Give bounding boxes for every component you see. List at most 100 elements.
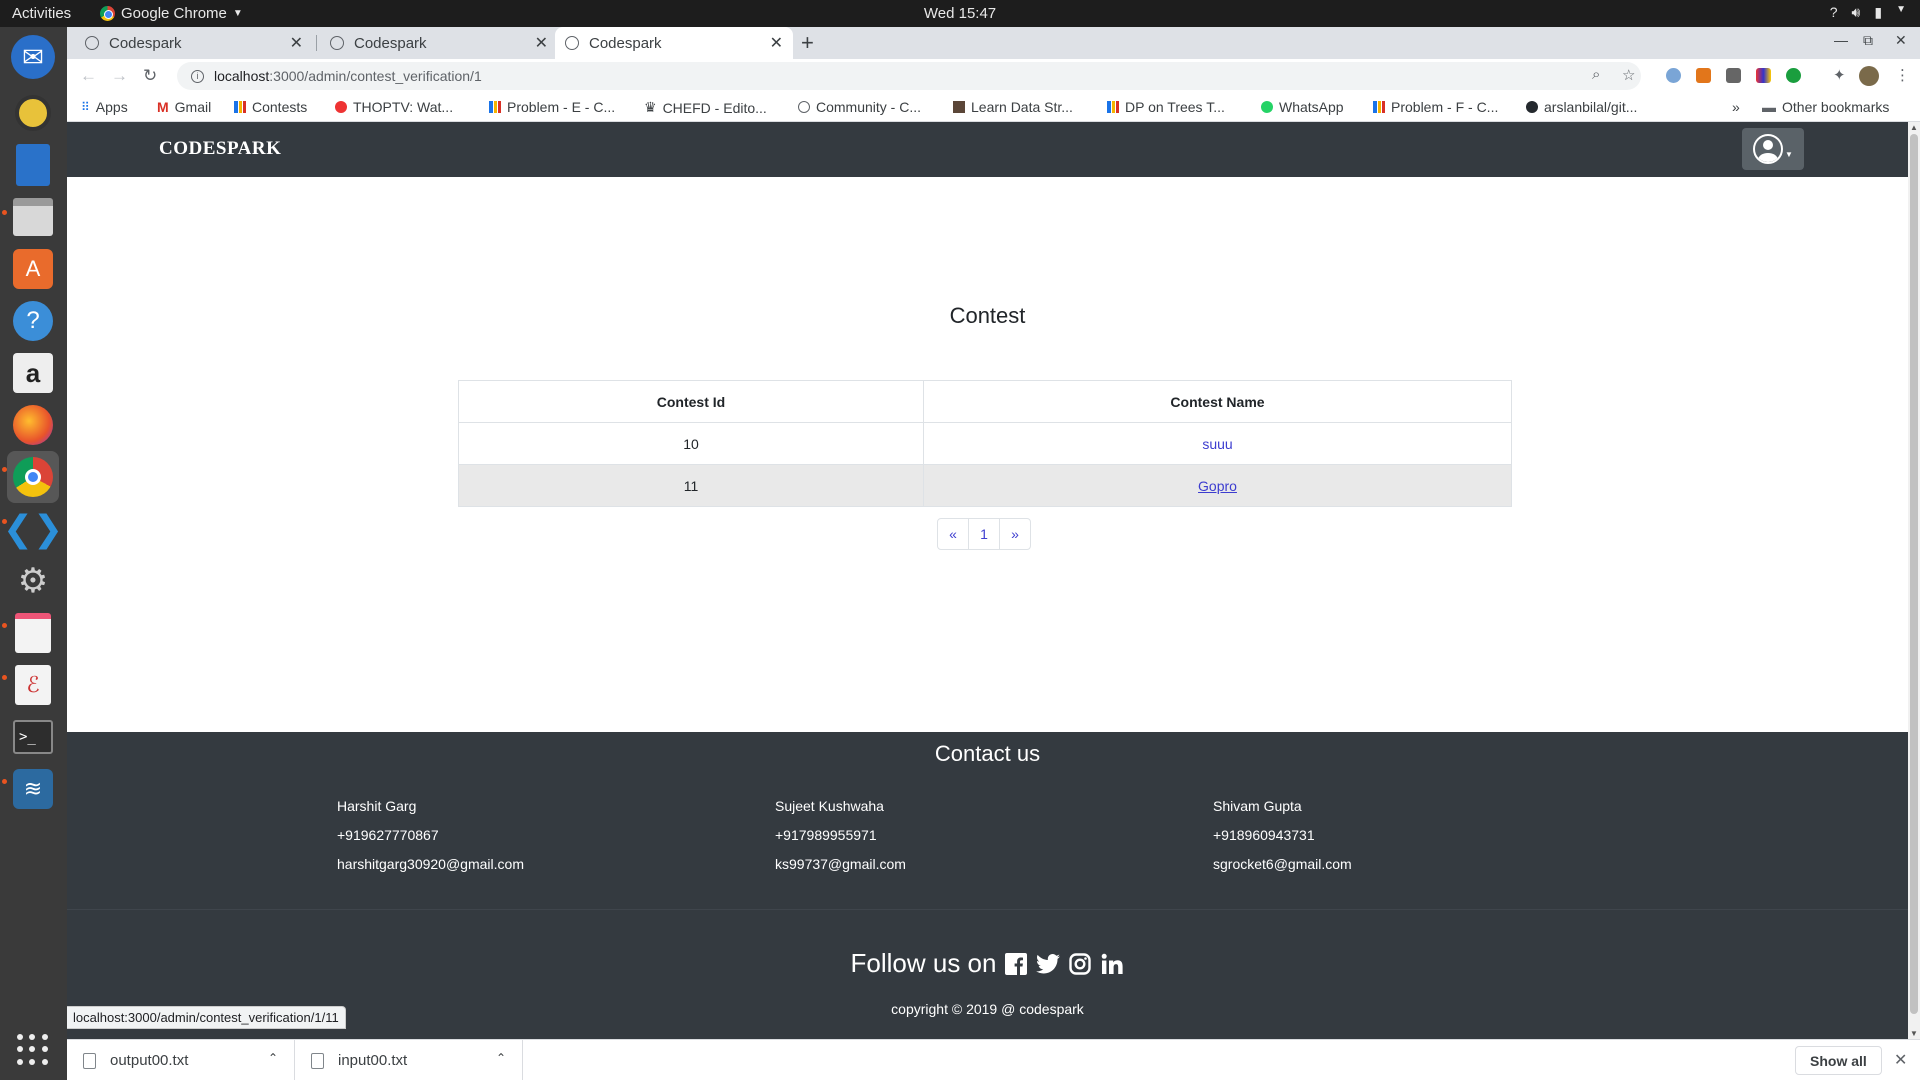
bookmark-whatsapp[interactable]: WhatsApp: [1261, 99, 1344, 115]
extension-icon[interactable]: [1786, 68, 1801, 83]
contest-link[interactable]: suuu: [1202, 436, 1232, 452]
clock[interactable]: Wed 15:47: [924, 5, 996, 22]
bookmark-community[interactable]: Community - C...: [798, 99, 921, 115]
bookmarks-bar: ⠿ Apps M Gmail Contests THOPTV: Wat... Pro…: [67, 93, 1920, 122]
contact-name: Shivam Gupta: [1213, 798, 1302, 814]
battery-icon[interactable]: ▮: [1874, 4, 1882, 21]
gmail-icon: M: [157, 99, 169, 115]
zoom-icon[interactable]: ⌕: [1592, 66, 1600, 83]
contest-table: Contest Id Contest Name 10 suuu 11 Gopro: [458, 380, 1512, 507]
dock: ✉ A ? a ❮❯ ⚙ ℰ >_ ≋: [0, 27, 67, 1080]
linkedin-icon[interactable]: [1100, 952, 1124, 976]
bookmark-chefd[interactable]: ♛ CHEFD - Edito...: [644, 99, 767, 116]
download-item[interactable]: output00.txt ⌃: [67, 1040, 295, 1080]
chrome-icon: [100, 6, 115, 21]
globe-icon: [798, 101, 810, 113]
chevron-up-icon[interactable]: ⌃: [496, 1051, 506, 1065]
chevron-down-icon[interactable]: ▼: [1896, 4, 1906, 21]
bookmark-github[interactable]: arslanbilal/git...: [1526, 99, 1637, 115]
contest-link[interactable]: Gopro: [1198, 478, 1237, 494]
twitter-icon[interactable]: [1036, 952, 1061, 976]
extension-icon[interactable]: [1666, 68, 1681, 83]
bookmark-star-icon[interactable]: ☆: [1622, 66, 1635, 84]
contest-id-cell: 10: [458, 422, 924, 465]
new-tab-button[interactable]: +: [801, 30, 814, 56]
more-bookmarks-button[interactable]: »: [1732, 99, 1740, 115]
chevron-up-icon[interactable]: ⌃: [268, 1051, 278, 1065]
bookmark-label: Learn Data Str...: [971, 99, 1073, 115]
url-path: :3000/admin/contest_verification/1: [269, 68, 482, 84]
show-applications-icon[interactable]: [17, 1034, 49, 1066]
kebab-menu-icon[interactable]: ⋮: [1895, 66, 1910, 84]
close-icon[interactable]: ✕: [535, 33, 548, 53]
pagination-page[interactable]: 1: [968, 518, 1000, 550]
reload-button[interactable]: ↻: [143, 66, 157, 86]
site-brand[interactable]: CODESPARK: [159, 138, 281, 160]
thunderbird-icon[interactable]: ✉: [11, 35, 55, 79]
folder-icon: ▬: [1762, 99, 1776, 115]
amazon-icon[interactable]: a: [7, 347, 59, 399]
help-icon[interactable]: ?: [1830, 4, 1838, 21]
bookmark-thoptv[interactable]: THOPTV: Wat...: [335, 99, 453, 115]
bookmark-dp-on-trees[interactable]: DP on Trees T...: [1107, 99, 1225, 115]
address-bar[interactable]: i localhost:3000/admin/contest_verificat…: [177, 62, 1641, 90]
firefox-icon[interactable]: [7, 399, 59, 451]
document-viewer-icon[interactable]: ℰ: [7, 659, 59, 711]
maximize-button[interactable]: ⧉: [1863, 32, 1873, 49]
minimize-button[interactable]: —: [1834, 32, 1848, 48]
scroll-down-icon[interactable]: ▼: [1908, 1029, 1920, 1038]
forward-button[interactable]: →: [111, 66, 128, 86]
text-editor-icon[interactable]: [7, 607, 59, 659]
user-menu-button[interactable]: ▼: [1742, 128, 1804, 170]
tab-title: Codespark: [589, 34, 662, 52]
table-row: 11 Gopro: [458, 464, 1512, 507]
download-item[interactable]: input00.txt ⌃: [295, 1040, 523, 1080]
browser-tab[interactable]: Codespark ✕: [75, 27, 313, 59]
bookmark-learn-data[interactable]: Learn Data Str...: [953, 99, 1073, 115]
rhythmbox-icon[interactable]: [7, 87, 59, 139]
back-button[interactable]: ←: [80, 66, 97, 86]
close-icon[interactable]: ✕: [770, 33, 783, 53]
close-icon[interactable]: ✕: [1894, 1050, 1907, 1070]
bookmark-gmail[interactable]: M Gmail: [157, 99, 211, 115]
info-icon[interactable]: i: [191, 69, 204, 83]
browser-tab[interactable]: Codespark ✕: [320, 27, 558, 59]
page-scrollbar[interactable]: ▲ ▼: [1908, 122, 1920, 1039]
close-window-button[interactable]: ✕: [1895, 32, 1907, 49]
bookmark-label: Gmail: [174, 99, 212, 115]
close-icon[interactable]: ✕: [290, 33, 303, 53]
software-center-icon[interactable]: A: [7, 243, 59, 295]
help-icon[interactable]: ?: [7, 295, 59, 347]
volume-icon[interactable]: 🔊︎: [1852, 4, 1861, 21]
system-tray[interactable]: ? 🔊︎ ▮ ▼: [1830, 4, 1906, 21]
extension-icon[interactable]: [1756, 68, 1771, 83]
mysql-workbench-icon[interactable]: ≋: [7, 763, 59, 815]
show-all-button[interactable]: Show all: [1795, 1046, 1882, 1075]
vscode-icon[interactable]: ❮❯: [3, 503, 63, 555]
instagram-icon[interactable]: [1068, 952, 1092, 976]
bookmark-contests[interactable]: Contests: [234, 99, 307, 115]
browser-tab-active[interactable]: Codespark ✕: [555, 27, 793, 59]
puzzle-icon[interactable]: ✦: [1833, 66, 1846, 84]
profile-avatar[interactable]: [1859, 66, 1879, 86]
whatsapp-icon: [1261, 101, 1273, 113]
settings-icon[interactable]: ⚙: [7, 555, 59, 607]
bookmark-problem-e[interactable]: Problem - E - C...: [489, 99, 615, 115]
chrome-icon[interactable]: [7, 451, 59, 503]
metamask-icon[interactable]: [1696, 68, 1711, 83]
app-menu[interactable]: Google Chrome ▼: [100, 5, 243, 22]
scroll-up-icon[interactable]: ▲: [1908, 123, 1920, 132]
scrollbar-thumb[interactable]: [1910, 134, 1918, 1014]
pagination-next[interactable]: »: [999, 518, 1031, 550]
bookmark-problem-f[interactable]: Problem - F - C...: [1373, 99, 1498, 115]
other-bookmarks[interactable]: ▬ Other bookmarks: [1762, 99, 1889, 115]
extension-icon[interactable]: [1726, 68, 1741, 83]
bookmark-apps[interactable]: ⠿ Apps: [81, 99, 128, 115]
activities-button[interactable]: Activities: [12, 5, 71, 22]
codechef-icon: [953, 101, 965, 113]
libreoffice-writer-icon[interactable]: [7, 139, 59, 191]
terminal-icon[interactable]: >_: [7, 711, 59, 763]
files-icon[interactable]: [7, 191, 59, 243]
facebook-icon[interactable]: [1004, 952, 1028, 976]
pagination-prev[interactable]: «: [937, 518, 969, 550]
